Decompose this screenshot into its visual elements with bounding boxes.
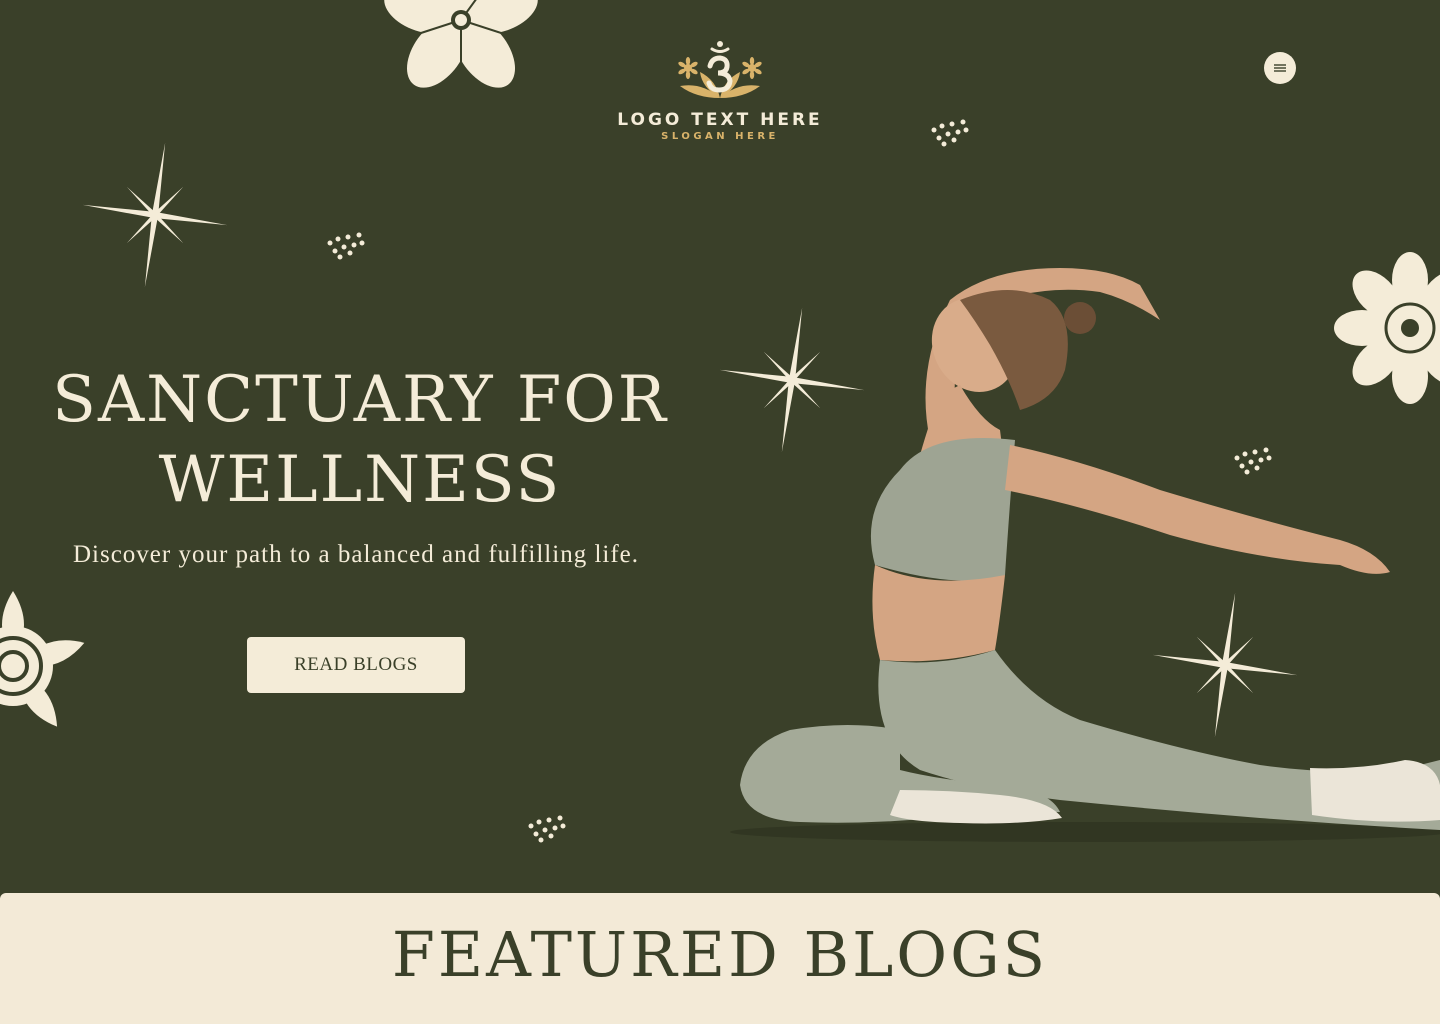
hero-title-line1: SANCTUARY FOR xyxy=(52,363,668,437)
dots-icon xyxy=(327,232,365,260)
hero-section: LOGO TEXT HERE SLOGAN HERE SANCTUARY FOR… xyxy=(0,0,1440,893)
yoga-woman-photo xyxy=(730,268,1440,842)
menu-button[interactable] xyxy=(1264,52,1296,84)
logo-text: LOGO TEXT HERE xyxy=(617,110,823,130)
dots-icon xyxy=(528,815,566,843)
om-lotus-icon xyxy=(678,41,762,98)
logo[interactable]: LOGO TEXT HERE SLOGAN HERE xyxy=(600,38,840,142)
flower-icon xyxy=(0,591,85,727)
featured-blogs-title: FEATURED BLOGS xyxy=(391,918,1049,991)
hero-title-line2: WELLNESS xyxy=(158,443,562,517)
featured-blogs-section: FEATURED BLOGS xyxy=(0,893,1440,1024)
read-blogs-button[interactable]: READ BLOGS xyxy=(247,637,465,693)
dots-icon xyxy=(931,119,969,147)
sparkle-icon xyxy=(82,142,228,288)
hamburger-menu-icon xyxy=(1274,64,1286,72)
logo-slogan: SLOGAN HERE xyxy=(661,131,779,142)
flower-icon xyxy=(384,0,538,88)
hero-subtitle: Discover your path to a balanced and ful… xyxy=(72,541,640,568)
hero-title: SANCTUARY FOR WELLNESS xyxy=(30,360,690,520)
